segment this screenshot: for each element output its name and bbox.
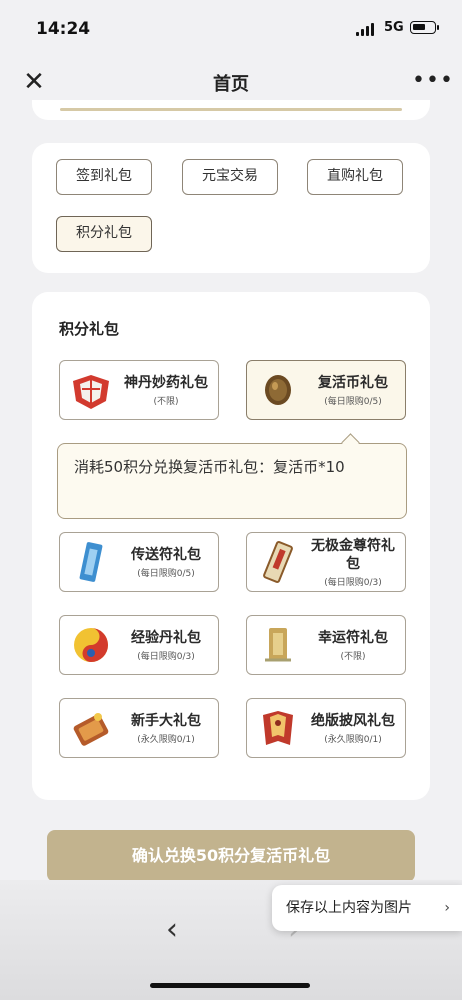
luck-talisman-icon <box>265 628 291 662</box>
network-label: 5G <box>384 20 404 35</box>
pack-item[interactable]: 神丹妙药礼包 (不限) <box>59 360 219 420</box>
page-title: 首页 <box>213 74 249 95</box>
more-icon[interactable]: ••• <box>412 68 453 93</box>
confirm-exchange-button[interactable]: 确认兑换50积分复活币礼包 <box>47 830 415 882</box>
pack-item[interactable]: 新手大礼包 (永久限购0/1) <box>59 698 219 758</box>
pack-item[interactable]: 无极金尊符礼包 (每日限购0/3) <box>246 532 406 592</box>
teleport-talisman-icon <box>79 542 103 582</box>
save-as-image-label: 保存以上内容为图片 <box>286 900 412 916</box>
pack-name: 复活币礼包 <box>318 374 388 391</box>
pack-name: 新手大礼包 <box>131 712 201 729</box>
tab-points-pack[interactable]: 积分礼包 <box>56 216 152 252</box>
newbie-pack-icon <box>73 713 109 746</box>
exp-pill-icon <box>74 628 108 662</box>
pack-item[interactable]: 传送符礼包 (每日限购0/5) <box>59 532 219 592</box>
pack-limit: (每日限购0/5) <box>324 396 382 407</box>
back-arrow-icon[interactable]: ‹ <box>158 913 186 947</box>
pack-item[interactable]: 绝版披风礼包 (永久限购0/1) <box>246 698 406 758</box>
revive-coin-icon <box>265 375 291 405</box>
points-pack-panel: 积分礼包 神丹妙药礼包 (不限) 复活币礼包 (每日限购0/5) 消耗50积分兑… <box>32 292 430 800</box>
pack-name: 绝版披风礼包 <box>311 712 395 729</box>
pack-name: 幸运符礼包 <box>318 629 388 646</box>
category-tabs: 签到礼包 元宝交易 直购礼包 积分礼包 <box>32 143 430 273</box>
pack-tooltip: 消耗50积分兑换复活币礼包：复活币*10 <box>57 433 407 519</box>
tab-signin-pack[interactable]: 签到礼包 <box>56 159 152 195</box>
red-bundle-icon <box>73 375 109 409</box>
gold-talisman-icon <box>263 540 293 584</box>
section-title: 积分礼包 <box>59 320 120 338</box>
tab-direct-buy[interactable]: 直购礼包 <box>307 159 403 195</box>
pack-name: 神丹妙药礼包 <box>124 374 208 391</box>
pack-limit: (每日限购0/3) <box>137 651 195 662</box>
battery-icon <box>410 21 439 34</box>
pack-limit: (每日限购0/5) <box>137 568 195 579</box>
pack-limit: (永久限购0/1) <box>324 734 382 745</box>
tooltip-arrow <box>341 433 360 452</box>
divider <box>60 108 402 111</box>
previous-card <box>32 100 430 120</box>
pack-item[interactable]: 经验丹礼包 (每日限购0/3) <box>59 615 219 675</box>
save-as-image-button[interactable]: 保存以上内容为图片 › <box>272 885 462 931</box>
signal-icon <box>356 22 378 36</box>
home-indicator <box>150 983 310 988</box>
pack-limit: (不限) <box>340 651 366 662</box>
tooltip-text: 消耗50积分兑换复活币礼包：复活币*10 <box>74 458 345 476</box>
pack-limit: (不限) <box>153 396 179 407</box>
pack-name: 无极金尊符礼包 <box>311 537 395 572</box>
pack-limit: (永久限购0/1) <box>137 734 195 745</box>
status-bar: 14:24 5G <box>0 0 462 56</box>
tab-ingot-trade[interactable]: 元宝交易 <box>182 159 278 195</box>
pack-item[interactable]: 幸运符礼包 (不限) <box>246 615 406 675</box>
cape-icon <box>263 711 293 745</box>
pack-name: 传送符礼包 <box>131 546 201 563</box>
pack-limit: (每日限购0/3) <box>324 577 382 588</box>
status-time: 14:24 <box>36 19 91 39</box>
pack-name: 经验丹礼包 <box>131 629 201 646</box>
pack-item-selected[interactable]: 复活币礼包 (每日限购0/5) <box>246 360 406 420</box>
chevron-right-icon: › <box>444 900 450 916</box>
